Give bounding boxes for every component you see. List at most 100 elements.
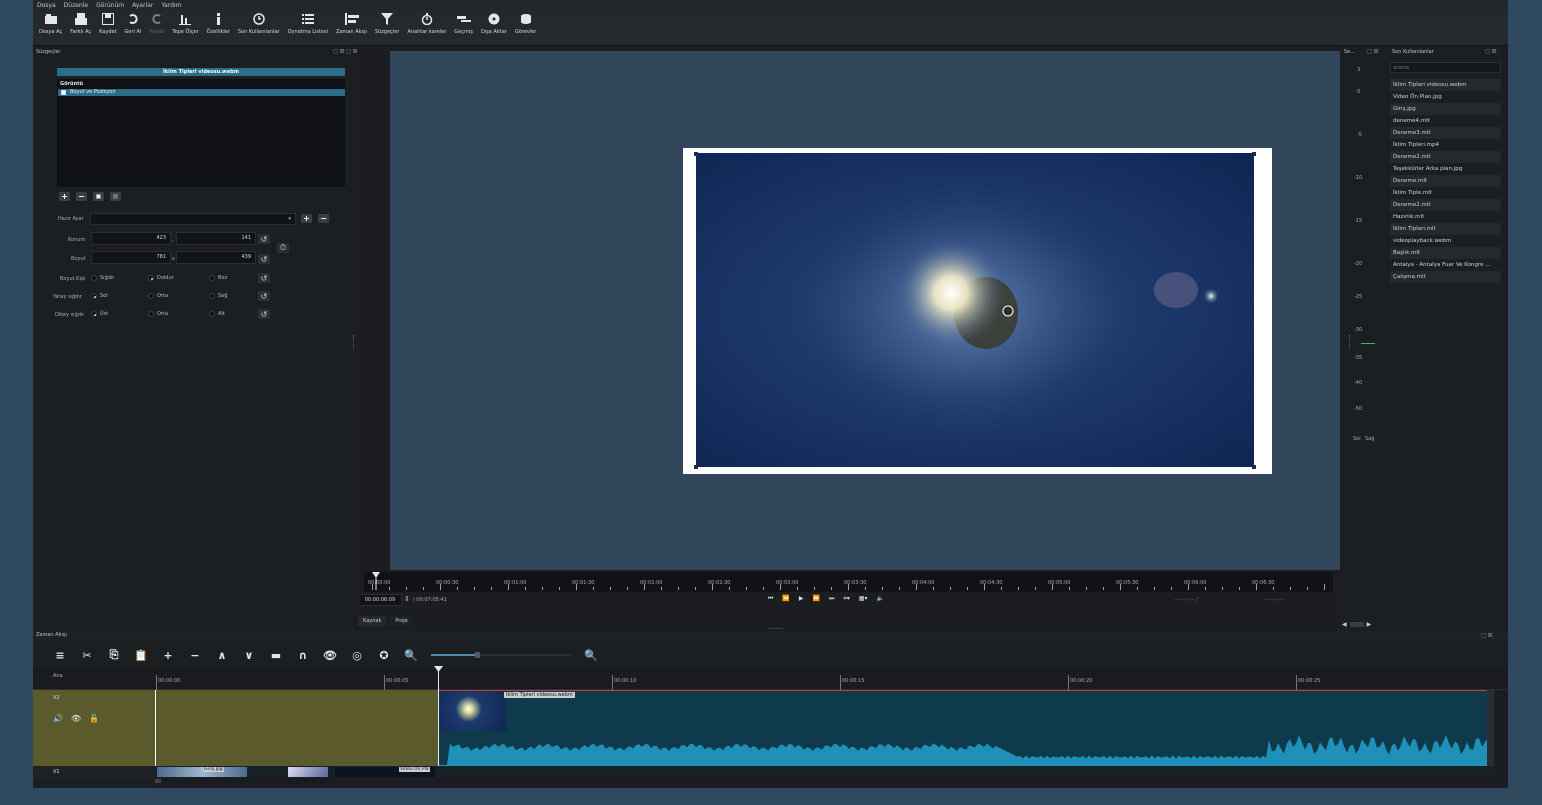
track-header-v2[interactable]: V2 🔊 👁 🔓 [33, 690, 155, 766]
paste-icon[interactable]: 📋 [134, 648, 148, 662]
timeline-button[interactable]: Zaman Akışı [332, 10, 371, 35]
recent-list-item[interactable]: Çalışma.mlt [1390, 271, 1501, 283]
recent-list-item[interactable]: Başlık.mlt [1390, 247, 1501, 259]
save-button[interactable]: Kaydet [95, 10, 120, 35]
skip-start-icon[interactable]: ⏮ [768, 595, 773, 603]
preset-select[interactable]: ▾ [90, 213, 296, 225]
tab-project[interactable]: Proje [390, 616, 413, 626]
fit-option-fit[interactable]: Sığdır [91, 275, 114, 281]
timeline-menu-icon[interactable]: ≡ [53, 648, 67, 662]
current-time-field[interactable]: 00:00:06:09 [358, 594, 402, 606]
recent-list-item[interactable]: Video Ön Plan.jpg [1390, 91, 1501, 103]
deselect-filter-button[interactable]: ■ [110, 192, 121, 201]
recent-list-item[interactable]: Antalya - Antalya Fuar Ve Kongre ... [1390, 259, 1501, 271]
viewer-dock-buttons[interactable]: ▢⊠ [346, 48, 359, 55]
add-filter-button[interactable]: + [59, 192, 70, 201]
remove-preset-button[interactable]: − [318, 214, 329, 223]
v1-clip-transition[interactable] [288, 767, 328, 777]
menu-view[interactable]: Görünüm [96, 2, 124, 9]
fit-reset-button[interactable]: ↺ [258, 273, 270, 283]
filter-list[interactable]: Görüntü Boyut ve Pozisyon [57, 79, 345, 187]
filter-item[interactable]: Boyut ve Pozisyon [58, 89, 345, 96]
open-other-button[interactable]: Farklı Aç [66, 10, 95, 35]
chevron-left-icon[interactable]: ◀ [1342, 621, 1347, 628]
zoom-slider-handle[interactable] [475, 652, 480, 658]
scrub-icon[interactable]: 👁 [323, 648, 337, 662]
position-y-field[interactable]: 141 [176, 232, 256, 245]
menu-help[interactable]: Yardım [161, 2, 181, 9]
jobs-button[interactable]: Görevler [511, 10, 540, 35]
track-v2[interactable]: İklim Tipleri videosu.webm [155, 666, 1494, 778]
recent-button[interactable]: Son Kullanılanlar [234, 10, 284, 35]
fit-option-fill[interactable]: Doldur [148, 275, 174, 281]
timeline-ruler[interactable]: Ana 00:00:00 00:00:05 00:00:10 00:00:15 … [33, 667, 1508, 690]
append-icon[interactable]: + [161, 648, 175, 662]
halign-option-center[interactable]: Orta [148, 293, 168, 299]
position-keyframe-button[interactable]: ⏱ [277, 243, 289, 253]
zoom-fit-icon[interactable]: ⌗▾ [843, 595, 849, 603]
player-ruler[interactable]: 00:00:00 00:00:30 00:01:00 00:01:30 00:0… [364, 572, 1333, 592]
mute-icon[interactable]: 🔊 [53, 714, 63, 723]
undo-button[interactable]: Geri Al [121, 10, 146, 35]
remove-icon[interactable]: − [188, 648, 202, 662]
eye-icon[interactable]: 👁 [71, 714, 81, 723]
meter-splitter[interactable] [1349, 335, 1350, 349]
frame-handle-bottom-right[interactable] [1252, 465, 1256, 469]
remove-filter-button[interactable]: − [76, 192, 87, 201]
playlist-button[interactable]: Oynatma Listesi [284, 10, 332, 35]
ripple-icon[interactable]: ◎ [350, 648, 364, 662]
video-preview[interactable] [696, 153, 1254, 467]
history-button[interactable]: Geçmiş [450, 10, 477, 35]
splitter-handle-h[interactable] [769, 628, 783, 629]
zoom-in-icon[interactable]: 🔍 [584, 648, 598, 662]
recent-list-item[interactable]: Deneme2.mlt [1390, 151, 1501, 163]
rewind-icon[interactable]: ⏪ [782, 595, 789, 603]
skip-end-icon[interactable]: ⏭ [829, 595, 834, 603]
ripple-all-icon[interactable]: ✪ [377, 648, 391, 662]
lock-icon[interactable]: 🔓 [89, 714, 99, 723]
valign-option-middle[interactable]: Orta [148, 311, 168, 317]
v2-clip[interactable]: İklim Tipleri videosu.webm [438, 690, 1494, 767]
recent-list-item[interactable]: Deneme3.mlt [1390, 127, 1501, 139]
open-file-button[interactable]: Dosya Aç [35, 10, 66, 35]
fit-option-distort[interactable]: Boz [209, 275, 227, 281]
halign-option-left[interactable]: Sol [91, 293, 108, 299]
tab-source[interactable]: Kaynak [358, 616, 387, 626]
menu-edit[interactable]: Düzenle [64, 2, 88, 9]
properties-button[interactable]: Özellikler [203, 10, 234, 35]
fast-forward-icon[interactable]: ⏩ [813, 595, 820, 603]
snap-icon[interactable]: ∩ [296, 648, 310, 662]
filters-dock-buttons[interactable]: ▢⊠ [333, 48, 346, 55]
recent-list-item[interactable]: deneme4.mlt [1390, 115, 1501, 127]
recent-list-item[interactable]: İklim Tipleri videosu.webm [1390, 79, 1501, 91]
halign-reset-button[interactable]: ↺ [258, 291, 270, 301]
frame-handle-top-left[interactable] [694, 152, 698, 156]
splitter-handle[interactable] [353, 335, 355, 349]
position-reset-button[interactable]: ↺ [258, 234, 270, 244]
peak-meter-button[interactable]: Tepe Ölçer [168, 10, 202, 35]
timeline-hscrollbar[interactable] [155, 778, 1494, 784]
lift-icon[interactable]: ∧ [215, 648, 229, 662]
keyframes-button[interactable]: Anahtar kareler [403, 10, 450, 35]
zoom-slider[interactable] [431, 652, 571, 658]
chevron-right-icon[interactable]: ▶ [1367, 621, 1372, 628]
frame-handle-bottom-left[interactable] [694, 465, 698, 469]
size-reset-button[interactable]: ↺ [258, 254, 270, 264]
track-header-v1[interactable]: V1 [33, 766, 155, 778]
timeline-playhead-marker[interactable] [434, 666, 443, 672]
timeline-vscrollbar[interactable] [1487, 690, 1494, 766]
timeline-ruler-area[interactable]: 00:00:00 00:00:05 00:00:10 00:00:15 00:0… [155, 667, 1494, 690]
copy-icon[interactable]: ⎘ [107, 648, 121, 662]
grid-icon[interactable]: ▦▾ [859, 595, 868, 603]
track-v1[interactable]: Giriş.jpg Video Ön Pla [155, 766, 1494, 778]
filter-enable-checkbox[interactable] [61, 90, 66, 95]
frame-handle-top-right[interactable] [1252, 152, 1256, 156]
zoom-out-icon[interactable]: 🔍 [404, 648, 418, 662]
recent-list-item[interactable]: Deneme2.mlt [1390, 199, 1501, 211]
recent-list-item[interactable]: İklim Tipleri.mp4 [1390, 139, 1501, 151]
copy-filter-button[interactable]: ▣ [93, 192, 104, 201]
meter-dock-buttons[interactable]: ▢⊠ [1367, 48, 1380, 55]
timeline-playhead[interactable] [438, 666, 439, 778]
recent-list-item[interactable]: Hazırlık.mlt [1390, 211, 1501, 223]
add-preset-button[interactable]: + [301, 214, 312, 223]
